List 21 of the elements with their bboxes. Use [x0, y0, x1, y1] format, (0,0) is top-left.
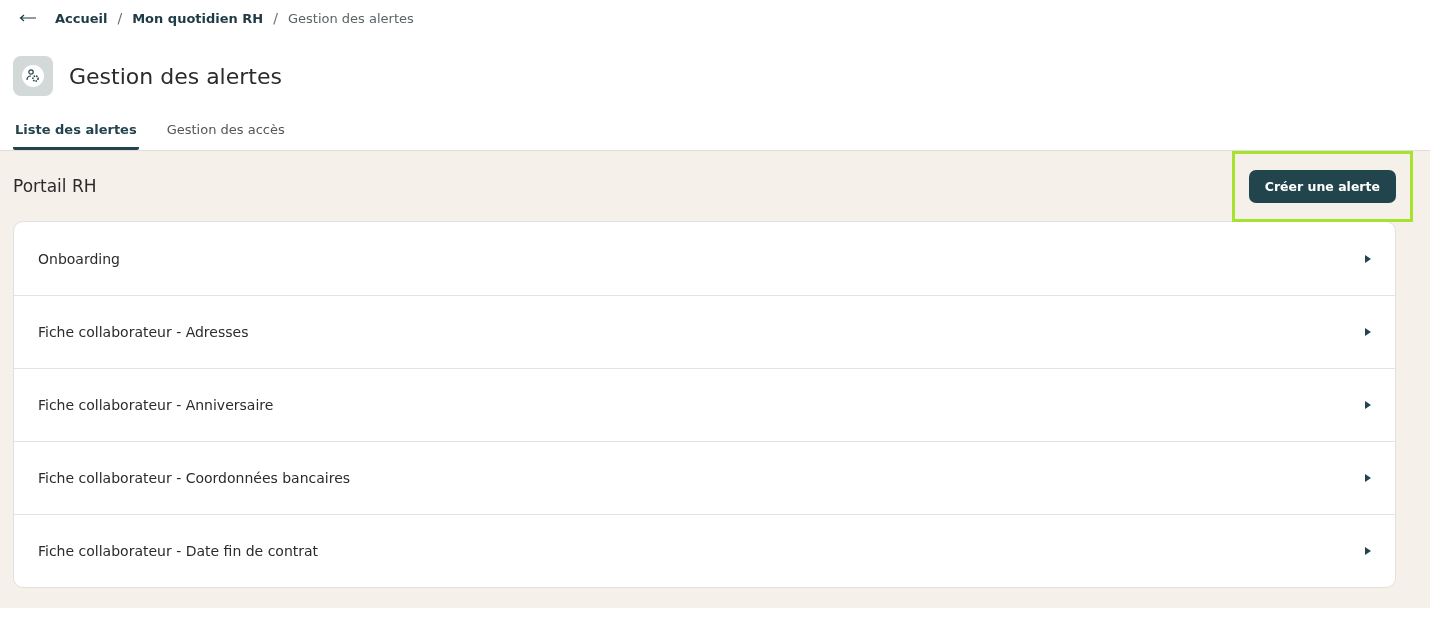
caret-right-icon: [1365, 254, 1371, 263]
tab[interactable]: Gestion des accès: [164, 116, 287, 150]
alert-row[interactable]: Fiche collaborateur - Adresses: [14, 295, 1395, 368]
alert-row[interactable]: Fiche collaborateur - Date fin de contrat: [14, 514, 1395, 587]
alert-row[interactable]: Fiche collaborateur - Coordonnées bancaires: [14, 441, 1395, 514]
breadcrumb-separator: /: [273, 10, 278, 26]
caret-right-icon: [1365, 328, 1371, 336]
breadcrumb-link[interactable]: Mon quotidien RH: [132, 10, 264, 26]
back-arrow-icon: [19, 14, 37, 22]
page-icon: [13, 56, 53, 96]
alert-row[interactable]: Onboarding: [14, 222, 1395, 295]
page-title: Gestion des alertes: [69, 63, 282, 89]
caret-right-icon: [1365, 547, 1371, 555]
breadcrumb-separator: /: [117, 10, 123, 26]
caret-right-icon: [1365, 401, 1371, 409]
alert-row[interactable]: Fiche collaborateur - Anniversaire: [14, 368, 1395, 441]
breadcrumb-link[interactable]: Accueil: [55, 10, 108, 26]
breadcrumb-link[interactable]: Gestion des alertes: [287, 10, 414, 26]
create-alert-button[interactable]: Créer une alerte: [1248, 169, 1396, 203]
section-title: Portail RH: [13, 176, 97, 196]
caret-right-icon: [1365, 474, 1371, 482]
